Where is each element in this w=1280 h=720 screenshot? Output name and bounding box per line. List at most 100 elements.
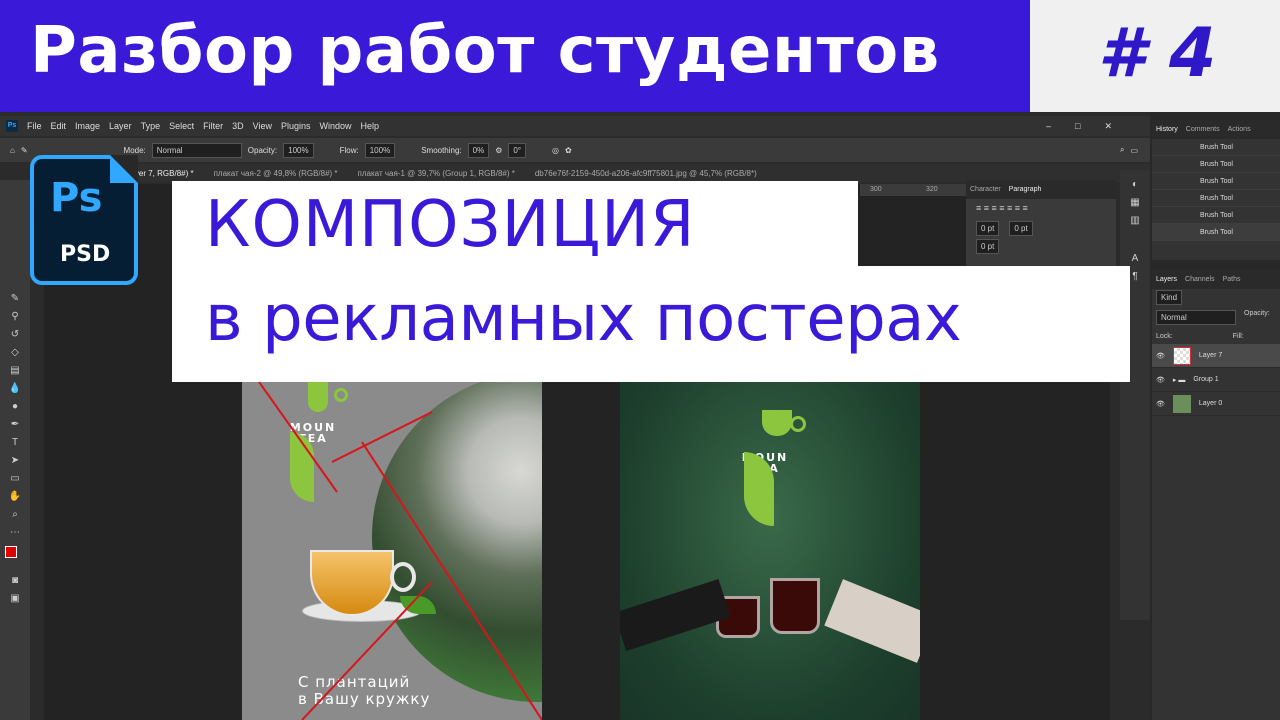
flow-field[interactable]: 100% [364, 142, 396, 158]
layer-filter-select[interactable]: Kind [1156, 290, 1183, 305]
more-tools-icon[interactable]: ⋯ [0, 524, 30, 542]
options-bar: ⌂ ✎ Mode: Normal Opacity: 100% Flow: 100… [0, 138, 1150, 162]
type-tool-icon[interactable]: T [0, 434, 30, 452]
psd-icon-fold [110, 155, 138, 183]
menu-edit[interactable]: Edit [51, 121, 67, 131]
color-panel-icon[interactable]: ◐ [1120, 176, 1150, 194]
tab-comments[interactable]: Comments [1186, 126, 1220, 133]
ruler: 300 320 [860, 184, 970, 196]
menu-filter[interactable]: Filter [203, 121, 223, 131]
history-item[interactable]: Brush Tool [1152, 139, 1280, 156]
menu-select[interactable]: Select [169, 121, 194, 131]
menu-window[interactable]: Window [320, 121, 352, 131]
mode-select[interactable]: Normal [151, 142, 242, 158]
brush-tool-icon[interactable]: ✎ [0, 290, 30, 308]
history-item[interactable]: Brush Tool [1152, 190, 1280, 207]
doc-tab[interactable]: db76e76f-2159-450d-a206-afc9ff75801.jpg … [535, 169, 757, 178]
psd-icon-label: Ps [50, 175, 103, 221]
pressure-icon[interactable]: ◎ [552, 146, 559, 155]
smoothing-label: Smoothing: [421, 145, 462, 155]
path-select-icon[interactable]: ➤ [0, 452, 30, 470]
eye-icon[interactable]: 👁 [1156, 400, 1165, 408]
logo-cup-icon [762, 410, 792, 436]
history-brush-icon[interactable]: ↺ [0, 326, 30, 344]
hand-tool-icon[interactable]: ✋ [0, 488, 30, 506]
tab-layers[interactable]: Layers [1156, 276, 1177, 283]
indent-left-field[interactable]: 0 pt [976, 221, 1000, 236]
ruler-label: 320 [926, 186, 938, 193]
stamp-tool-icon[interactable]: ⚲ [0, 308, 30, 326]
tab-character[interactable]: Character [970, 186, 1001, 193]
doc-tab[interactable]: плакат чая-1 @ 39,7% (Group 1, RGB/8#) * [358, 169, 515, 178]
menu-plugins[interactable]: Plugins [281, 121, 311, 131]
layers-panel: Layers Channels Paths Kind Normal Opacit… [1152, 270, 1280, 720]
menu-bar: Ps File Edit Image Layer Type Select Fil… [0, 116, 1150, 136]
dodge-tool-icon[interactable]: ● [0, 398, 30, 416]
tab-history[interactable]: History [1156, 126, 1178, 133]
tab-paragraph[interactable]: Paragraph [1009, 186, 1042, 193]
mode-label: Mode: [123, 145, 146, 155]
layer-name: Group 1 [1193, 376, 1219, 383]
search-icon[interactable]: ⌕ [1120, 145, 1124, 155]
menu-3d[interactable]: 3D [232, 121, 244, 131]
layer-row-layer0[interactable]: 👁 Layer 0 [1152, 392, 1280, 416]
pen-tool-icon[interactable]: ✒ [0, 416, 30, 434]
layer-thumbnail [1172, 346, 1191, 365]
workspace-icon[interactable]: ▭ [1130, 146, 1138, 155]
history-item[interactable]: Brush Tool [1152, 156, 1280, 173]
layer-row-group1[interactable]: 👁 ▸ ▬ Group 1 [1152, 368, 1280, 392]
menu-image[interactable]: Image [75, 121, 100, 131]
libraries-icon[interactable]: ▥ [1120, 212, 1150, 230]
shape-tool-icon[interactable]: ▭ [0, 470, 30, 488]
history-item[interactable]: Brush Tool [1152, 207, 1280, 224]
angle-field[interactable]: 0° [508, 142, 527, 158]
tools-panel: ✎ ⚲ ↺ ◇ ▤ 💧 ● ✒ T ➤ ▭ ✋ ⌕ ⋯ ◙ ▣ [0, 180, 30, 720]
left-arm [620, 578, 731, 652]
swatches-icon[interactable]: ▦ [1120, 194, 1150, 212]
zoom-tool-icon[interactable]: ⌕ [0, 506, 30, 524]
screen-mode-icon[interactable]: ▣ [0, 590, 30, 608]
tea-glass-right [770, 578, 820, 634]
gear-icon[interactable]: ⚙ [495, 146, 502, 155]
psd-icon-extension: PSD [60, 242, 111, 267]
menu-help[interactable]: Help [361, 121, 380, 131]
eye-icon[interactable]: 👁 [1156, 352, 1165, 360]
blend-mode-select[interactable]: Normal [1156, 310, 1236, 325]
history-panel: History Comments Actions Brush Tool Brus… [1152, 120, 1280, 260]
banner-title: Разбор работ студентов [30, 14, 940, 88]
history-item[interactable]: Brush Tool [1152, 224, 1280, 241]
lock-label: Lock: [1156, 333, 1173, 340]
layer-name: Layer 0 [1198, 400, 1223, 407]
blur-tool-icon[interactable]: 💧 [0, 380, 30, 398]
episode-number: # 4 [1098, 14, 1217, 93]
tab-channels[interactable]: Channels [1185, 276, 1215, 283]
layer-row-layer7[interactable]: 👁 Layer 7 [1152, 344, 1280, 368]
eraser-tool-icon[interactable]: ◇ [0, 344, 30, 362]
foreground-color-swatch[interactable] [5, 546, 17, 558]
quick-mask-icon[interactable]: ◙ [0, 572, 30, 590]
home-icon[interactable]: ⌂ [10, 146, 15, 155]
menu-file[interactable]: File [27, 121, 42, 131]
tab-actions[interactable]: Actions [1228, 126, 1251, 133]
doc-tab[interactable]: плакат чая-2 @ 49,8% (RGB/8#) * [214, 169, 338, 178]
menu-layer[interactable]: Layer [109, 121, 132, 131]
opacity-label: Opacity: [247, 145, 278, 155]
tab-paths[interactable]: Paths [1223, 276, 1241, 283]
alignment-buttons[interactable]: ≡ ≡ ≡ ≡ ≡ ≡ ≡ [966, 199, 1116, 217]
brush-tool-icon[interactable]: ✎ [21, 146, 28, 155]
menu-view[interactable]: View [253, 121, 272, 131]
logo-cup-handle [790, 416, 806, 432]
symmetry-icon[interactable]: ✿ [565, 146, 572, 155]
eye-icon[interactable]: 👁 [1156, 376, 1165, 384]
ruler-label: 300 [870, 186, 882, 193]
red-strike-lines [257, 382, 542, 720]
window-controls[interactable]: –□✕ [1046, 121, 1136, 132]
history-item[interactable]: Brush Tool [1152, 173, 1280, 190]
indent-first-field[interactable]: 0 pt [976, 239, 1000, 254]
menu-type[interactable]: Type [141, 121, 161, 131]
smoothing-field[interactable]: 0% [467, 142, 490, 158]
gradient-tool-icon[interactable]: ▤ [0, 362, 30, 380]
indent-right-field[interactable]: 0 pt [1009, 221, 1033, 236]
layer-name: Layer 7 [1198, 352, 1223, 359]
opacity-field[interactable]: 100% [283, 142, 314, 158]
